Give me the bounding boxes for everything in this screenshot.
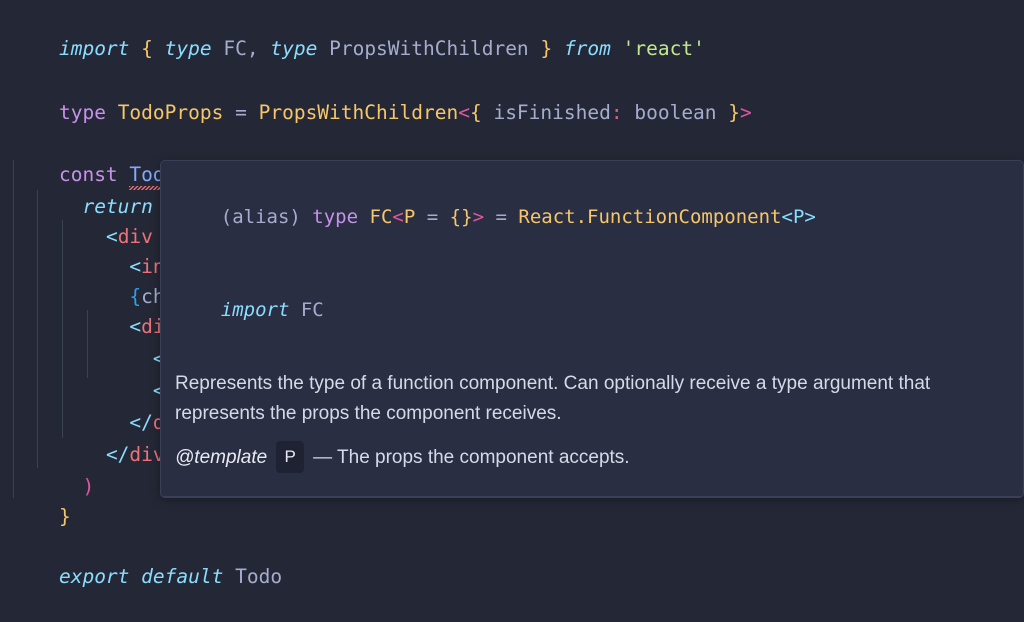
tooltip-import-name: FC	[300, 299, 324, 321]
tag-name-see: @see	[175, 497, 225, 498]
tooltip-type-keyword: type	[312, 206, 359, 228]
tooltip-import-keyword: import	[220, 299, 290, 321]
token-equals: =	[235, 101, 247, 124]
token-lt: <	[458, 101, 470, 124]
tooltip-generic-param: P	[403, 206, 416, 228]
tooltip-type-name: FC	[369, 206, 393, 228]
token-close-brace: }	[728, 101, 741, 124]
token-todo-export: Todo	[235, 565, 283, 588]
token-from-keyword: from	[563, 37, 611, 60]
tag-dash-see: —	[230, 497, 249, 498]
tooltip-import-line: import FC	[161, 264, 1023, 357]
token-type-keyword-2: type	[270, 37, 318, 60]
code-line-export-default[interactable]: export default Todo	[0, 532, 1024, 588]
template-param-badge: P	[276, 441, 304, 473]
token-comma: ,	[246, 37, 259, 60]
token-propswithchildren: PropsWithChildren	[258, 101, 459, 124]
token-todoprops-name: TodoProps	[117, 101, 224, 124]
code-line-type-todoprops[interactable]: type TodoProps = PropsWithChildren<{ isF…	[0, 68, 1024, 124]
token-boolean-type: boolean	[634, 101, 717, 124]
tooltip-tag-template: @template P — The props the component ac…	[175, 441, 1009, 473]
tag-text-template: The props the component accepts.	[337, 447, 630, 468]
tooltip-resolved-type: React.FunctionComponent	[518, 206, 782, 228]
tooltip-resolved-lt: <	[781, 206, 793, 228]
tooltip-description: Represents the type of a function compon…	[175, 373, 931, 424]
tooltip-equals: =	[495, 206, 507, 228]
react-typescript-cheatsheet-link[interactable]: React TypeScript Cheatsheet	[254, 497, 501, 498]
code-line-import[interactable]: import { type FC, type PropsWithChildren…	[0, 4, 1024, 60]
tooltip-body: Represents the type of a function compon…	[161, 357, 1023, 498]
tooltip-generic-lt: <	[392, 206, 404, 228]
token-close-brace: }	[58, 505, 71, 528]
token-fc-import: FC	[223, 37, 247, 60]
token-type-keyword-1: type	[164, 37, 212, 60]
token-close-brace: }	[540, 37, 553, 60]
token-gt: >	[740, 101, 752, 124]
tooltip-generic-equals: =	[426, 206, 439, 228]
hover-tooltip[interactable]: (alias) type FC<P = {}> = React.Function…	[160, 160, 1024, 498]
token-open-brace: {	[469, 101, 482, 124]
tooltip-bottom-divider	[161, 496, 1023, 497]
token-open-brace: {	[141, 37, 153, 60]
tag-name-template: @template	[175, 447, 268, 468]
tag-dash-template: —	[313, 447, 333, 468]
token-import-keyword: import	[58, 37, 130, 60]
tooltip-empty-object: {}	[449, 206, 473, 228]
tooltip-signature: (alias) type FC<P = {}> = React.Function…	[161, 161, 1023, 264]
token-module-string: 'react'	[622, 37, 705, 60]
token-default-keyword: default	[141, 565, 224, 588]
tooltip-generic-gt: >	[472, 206, 485, 228]
tooltip-resolved-param: P	[792, 206, 805, 228]
token-colon: :	[610, 101, 623, 124]
token-type-keyword: type	[58, 101, 106, 124]
tooltip-alias-marker: (alias)	[220, 206, 301, 228]
token-export-keyword: export	[58, 565, 130, 588]
code-line-const-todo[interactable]: const Todo: FC = ({ isFinished, children…	[0, 130, 1024, 188]
tooltip-resolved-gt: >	[804, 206, 816, 228]
token-isfinished-prop: isFinished	[493, 101, 611, 124]
token-propswithchildren-import: PropsWithChildren	[329, 37, 529, 60]
